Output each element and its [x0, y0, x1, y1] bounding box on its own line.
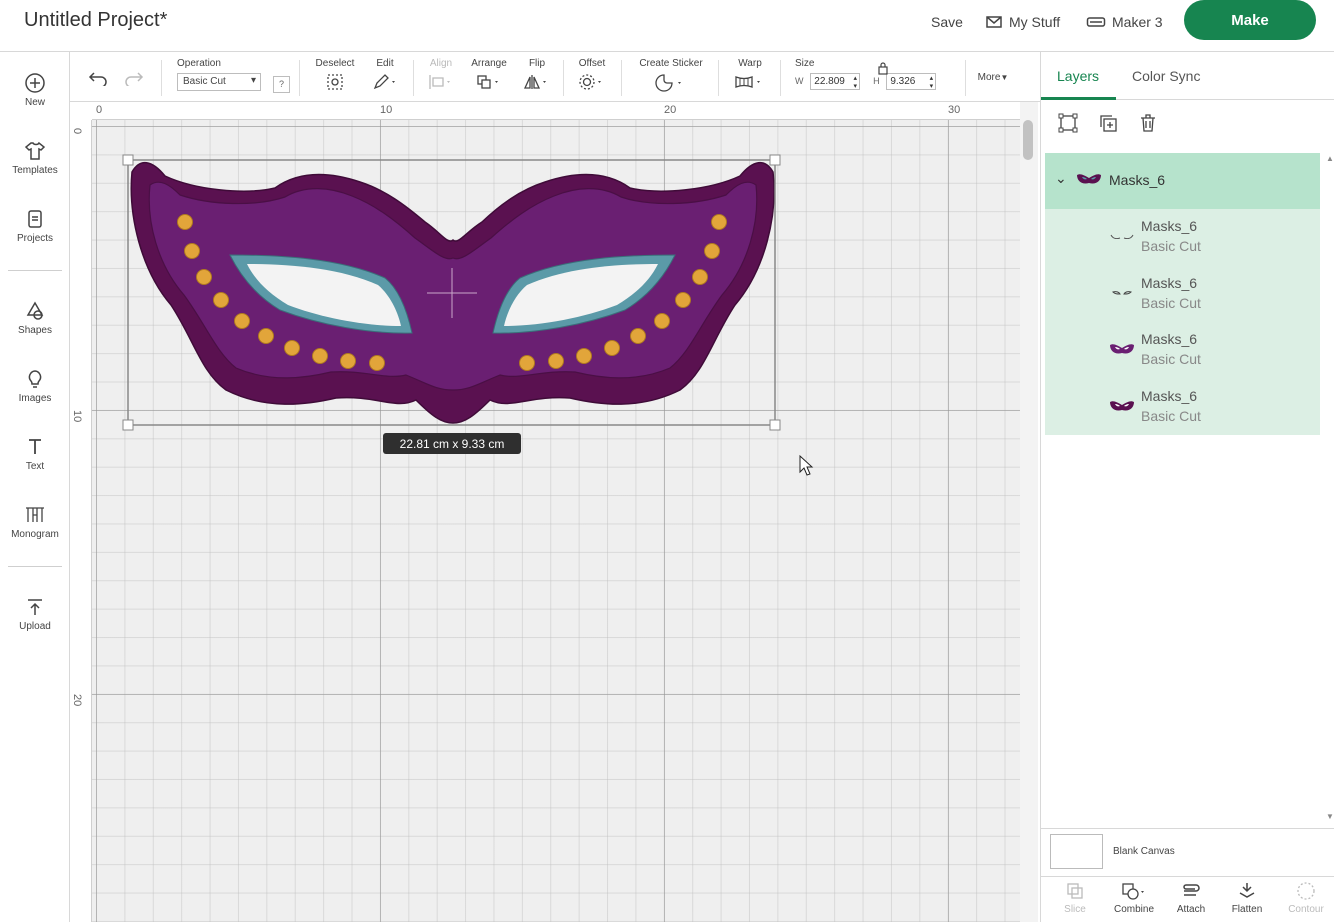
layer-row[interactable]: Masks_6 Basic Cut: [1045, 322, 1320, 379]
mask-dot: [312, 348, 328, 364]
duplicate-icon: [1100, 115, 1117, 132]
scroll-down-icon[interactable]: ▼: [1326, 812, 1334, 821]
mask-dot: [234, 313, 250, 329]
mask-dot: [675, 292, 691, 308]
mask-dot: [692, 269, 708, 285]
layer-mask-base-thumbnail-icon: [1110, 400, 1134, 411]
mouse-cursor-icon: [799, 454, 814, 476]
blank-canvas-thumbnail: [1050, 834, 1103, 869]
blank-canvas-label: Blank Canvas: [1113, 846, 1175, 857]
layer-tools: Slice Combine Attach Flatten Contour: [1041, 876, 1334, 922]
trash-icon: [1141, 114, 1155, 132]
mask-dot: [576, 348, 592, 364]
layers-scrollbar[interactable]: ▲ ▼: [1325, 152, 1334, 828]
layer-outline-thumbnail-icon: [1110, 234, 1134, 240]
machine-button[interactable]: Maker 3: [1086, 12, 1163, 32]
layer-name: Masks_6: [1141, 218, 1198, 234]
mask-dot: [711, 214, 727, 230]
duplicate-button[interactable]: [1097, 112, 1121, 136]
layer-row[interactable]: Masks_6 Basic Cut: [1045, 209, 1320, 266]
resize-handle-top-right[interactable]: [769, 154, 781, 166]
mask-dot: [177, 214, 193, 230]
layer-name: Masks_6: [1141, 387, 1198, 404]
combine-label: Combine: [1113, 904, 1155, 915]
flatten-label: Flatten: [1231, 904, 1263, 915]
machine-label: Maker 3: [1112, 14, 1163, 30]
mask-design[interactable]: [0, 0, 1020, 922]
layer-operation: Basic Cut: [1141, 294, 1201, 311]
layer-eyes-thumbnail-icon: [1112, 290, 1132, 295]
dimensions-tooltip: 22.81 cm x 9.33 cm: [383, 433, 521, 454]
layer-row[interactable]: Masks_6 Basic Cut: [1045, 265, 1320, 322]
make-button[interactable]: Make: [1184, 0, 1316, 40]
resize-handle-bottom-left[interactable]: [122, 419, 134, 431]
blank-canvas-row[interactable]: Blank Canvas: [1041, 828, 1334, 876]
mask-dot: [258, 328, 274, 344]
resize-handle-top-left[interactable]: [122, 154, 134, 166]
tab-layers[interactable]: Layers: [1057, 68, 1099, 84]
contour-button[interactable]: Contour: [1278, 881, 1334, 915]
canvas-scrollbar[interactable]: [1020, 102, 1038, 922]
contour-label: Contour: [1288, 904, 1324, 915]
mask-thumbnail-icon: [1077, 174, 1101, 184]
mask-dot: [548, 353, 564, 369]
canvas-scrollbar-thumb[interactable]: [1023, 120, 1033, 160]
layer-group-row[interactable]: ⌄ Masks_6: [1045, 153, 1320, 209]
right-panel: Layers Color Sync ⌄ Masks_6 Masks_6 Basi…: [1040, 52, 1334, 922]
paperclip-icon: [1183, 884, 1200, 896]
attach-button[interactable]: Attach: [1163, 881, 1219, 915]
attach-label: Attach: [1176, 904, 1206, 915]
layer-operation: Basic Cut: [1141, 351, 1201, 367]
layer-name: Masks_6: [1141, 331, 1198, 347]
machine-icon: [1086, 17, 1106, 27]
mask-dot: [630, 328, 646, 344]
delete-button[interactable]: [1137, 112, 1161, 136]
mask-dot: [213, 292, 229, 308]
layer-list: ⌄ Masks_6 Masks_6 Basic Cut Masks_6 Basi…: [1045, 153, 1320, 435]
layer-mask-thumbnail-icon: [1110, 344, 1134, 354]
layer-operation: Basic Cut: [1141, 407, 1201, 424]
group-icon: [1058, 113, 1078, 133]
combine-icon: [1122, 883, 1144, 900]
layer-name: Masks_6: [1141, 274, 1198, 291]
mask-dot: [519, 355, 535, 371]
contour-icon: [1297, 882, 1315, 900]
panel-tabs: Layers Color Sync: [1041, 52, 1334, 100]
mask-dot: [604, 340, 620, 356]
mask-dot: [654, 313, 670, 329]
slice-label: Slice: [1064, 904, 1086, 915]
resize-handle-bottom-right[interactable]: [769, 419, 781, 431]
layer-row[interactable]: Masks_6 Basic Cut: [1045, 378, 1320, 435]
layer-actions: [1041, 100, 1334, 150]
mask-dot: [184, 243, 200, 259]
mask-dot: [196, 269, 212, 285]
flatten-button[interactable]: Flatten: [1219, 881, 1275, 915]
combine-button[interactable]: Combine: [1106, 881, 1162, 915]
slice-button[interactable]: Slice: [1047, 881, 1103, 915]
layer-operation: Basic Cut: [1141, 238, 1201, 254]
tab-color-sync[interactable]: Color Sync: [1132, 68, 1200, 84]
flatten-icon: [1239, 883, 1255, 898]
mask-dot: [340, 353, 356, 369]
slice-icon: [1067, 883, 1083, 899]
scroll-up-icon[interactable]: ▲: [1326, 154, 1334, 163]
mask-inner-layer[interactable]: [148, 181, 758, 391]
group-button[interactable]: [1057, 112, 1081, 136]
mask-dot: [284, 340, 300, 356]
mask-dot: [704, 243, 720, 259]
mask-dot: [369, 355, 385, 371]
chevron-down-icon[interactable]: ⌄: [1055, 170, 1067, 187]
layer-group-name: Masks_6: [1109, 172, 1166, 188]
